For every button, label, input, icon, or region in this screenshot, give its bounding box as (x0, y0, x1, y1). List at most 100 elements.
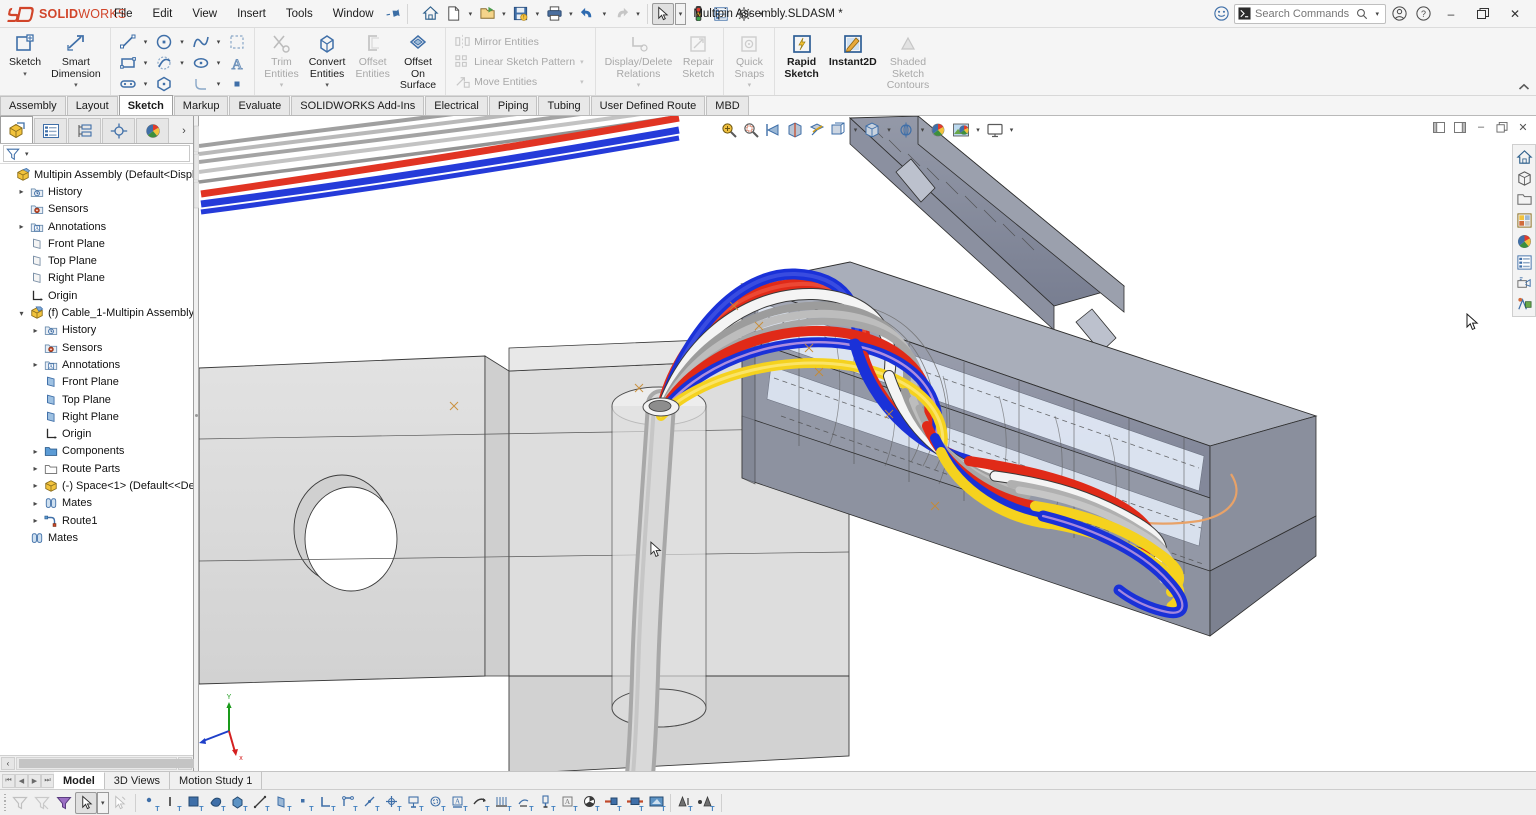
filter-annotations-icon[interactable]: T (470, 792, 492, 814)
previous-view-icon[interactable] (763, 120, 783, 140)
convert-entities-button[interactable]: Convert Entities ▾ (304, 30, 351, 91)
expand-toggle-icon[interactable]: ▸ (16, 222, 27, 231)
menu-item-file[interactable]: File (104, 4, 143, 24)
chevron-down-icon[interactable]: ▾ (280, 81, 284, 89)
zoom-to-fit-icon[interactable] (719, 120, 739, 140)
feature-tree-item[interactable]: Top Plane (0, 391, 193, 408)
circle-icon[interactable] (151, 32, 177, 52)
menu-item-edit[interactable]: Edit (143, 4, 183, 24)
menu-item-view[interactable]: View (182, 4, 227, 24)
chevron-down-icon[interactable]: ▾ (577, 78, 587, 86)
tab-piping[interactable]: Piping (489, 96, 538, 115)
rebuild-traffic-light-icon[interactable] (687, 3, 709, 25)
rectangle-icon[interactable] (115, 53, 141, 73)
chevron-down-icon[interactable]: ▾ (973, 126, 983, 134)
feature-tree-item[interactable]: ▸AAnnotations (0, 218, 193, 235)
select-other-icon[interactable] (109, 792, 131, 814)
undo-icon[interactable] (577, 3, 599, 25)
options-list-icon[interactable] (710, 3, 732, 25)
filter-faces-icon[interactable]: T (184, 792, 206, 814)
task-pane-home-icon[interactable] (1514, 147, 1534, 167)
custom-properties-icon[interactable] (1514, 252, 1534, 272)
shaded-sketch-contours-button[interactable]: Shaded Sketch Contours (882, 30, 935, 93)
quick-snaps-button[interactable]: Quick Snaps ▾ (728, 30, 770, 91)
feature-tree-item[interactable]: ▸History (0, 322, 193, 339)
feature-tree-item[interactable]: Multipin Assembly (Default<Display Sta (0, 166, 193, 183)
tab-layout[interactable]: Layout (67, 96, 118, 115)
filter-surface-bodies-icon[interactable]: T (206, 792, 228, 814)
feature-tree-item[interactable]: Right Plane (0, 270, 193, 287)
text-a-icon[interactable]: A (224, 53, 250, 73)
chevron-down-icon[interactable]: ▾ (851, 126, 861, 134)
smart-dimension-button[interactable]: Smart Dimension ▾ (46, 30, 106, 91)
tab-electrical[interactable]: Electrical (425, 96, 488, 115)
filter-edges-icon[interactable]: T (162, 792, 184, 814)
point-square-icon[interactable] (224, 74, 250, 94)
tab-mbd[interactable]: MBD (706, 96, 748, 115)
chevron-down-icon[interactable]: ▾ (633, 10, 643, 18)
trim-entities-button[interactable]: Trim Entities ▾ (259, 30, 303, 91)
filter-welds-icon[interactable]: T (536, 792, 558, 814)
ribbon-collapse-chevron-icon[interactable] (1518, 83, 1530, 91)
tab-model[interactable]: Model (54, 772, 105, 789)
feature-tree-item[interactable]: Sensors (0, 339, 193, 356)
filter-dimensions-icon[interactable]: AT (448, 792, 470, 814)
feature-tree-item[interactable]: ▸Components (0, 443, 193, 460)
chevron-down-icon[interactable]: ▾ (1007, 126, 1017, 134)
feature-tree-item[interactable]: Right Plane (0, 408, 193, 425)
filter-blocks-icon[interactable]: T (580, 792, 602, 814)
chevron-down-icon[interactable]: ▾ (214, 80, 224, 88)
configuration-manager-tab[interactable] (68, 118, 101, 143)
feature-tree-item[interactable]: Origin (0, 287, 193, 304)
filter-sketch-segments-icon[interactable]: T (338, 792, 360, 814)
chevron-down-icon[interactable]: ▾ (141, 38, 151, 46)
expand-toggle-icon[interactable]: ▸ (30, 516, 41, 525)
graphics-viewport[interactable]: Y Z x (199, 116, 1536, 771)
chevron-down-icon[interactable]: ▾ (74, 81, 78, 89)
tab-tubing[interactable]: Tubing (538, 96, 589, 115)
expand-toggle-icon[interactable]: ▸ (30, 360, 41, 369)
chevron-down-icon[interactable]: ▾ (566, 10, 576, 18)
sketch-button[interactable]: Sketch ▾ (4, 30, 46, 80)
polygon-arc-icon[interactable] (151, 53, 177, 73)
tab-assembly[interactable]: Assembly (0, 96, 66, 115)
chevron-down-icon[interactable]: ▾ (177, 38, 187, 46)
expand-toggle-icon[interactable]: ▸ (30, 447, 41, 456)
filter-surface-finish-icon[interactable]: AT (558, 792, 580, 814)
chevron-down-icon[interactable]: ▾ (141, 80, 151, 88)
instant2d-button[interactable]: Instant2D (824, 30, 882, 70)
scroll-trough[interactable] (16, 757, 177, 770)
feature-tree-item[interactable]: ▸Route1 (0, 512, 193, 529)
slot-icon[interactable] (115, 74, 141, 94)
filter-weldment-icon[interactable]: T (673, 792, 695, 814)
solidworks-forum-icon[interactable] (1514, 273, 1534, 293)
feature-manager-tree-tab[interactable] (0, 116, 33, 143)
print-icon[interactable] (543, 3, 565, 25)
redo-icon[interactable] (610, 3, 632, 25)
hexagon-icon[interactable] (151, 74, 177, 94)
filter-route-point-icon[interactable]: T (602, 792, 624, 814)
linear-sketch-pattern-row[interactable]: Linear Sketch Pattern ▾ (450, 52, 591, 72)
repair-sketch-button[interactable]: Repair Sketch (677, 30, 719, 81)
expand-toggle-icon[interactable]: ▸ (16, 187, 27, 196)
restore-right-pane-icon[interactable] (1451, 118, 1469, 136)
chevron-down-icon[interactable]: ▾ (577, 58, 587, 66)
zoom-to-area-icon[interactable] (741, 120, 761, 140)
chevron-down-icon[interactable]: ▾ (533, 10, 543, 18)
restore-document-icon[interactable] (1493, 118, 1511, 136)
feature-tree-item[interactable]: Origin (0, 425, 193, 442)
solidworks-resources-icon[interactable] (1514, 294, 1534, 314)
expand-toggle-icon[interactable]: ▸ (30, 464, 41, 473)
filter-input[interactable]: ▾ (3, 145, 190, 162)
filter-solid-bodies-icon[interactable]: T (228, 792, 250, 814)
toolbar-grip[interactable] (2, 794, 9, 812)
feature-tree-item[interactable]: Top Plane (0, 252, 193, 269)
feature-tree-item[interactable]: Front Plane (0, 235, 193, 252)
3d-model-scene[interactable]: Y Z x (199, 116, 1536, 771)
expand-toggle-icon[interactable]: ▸ (30, 499, 41, 508)
tab-3d-views[interactable]: 3D Views (105, 772, 170, 789)
filter-connection-point-icon[interactable]: T (624, 792, 646, 814)
last-tab-button[interactable]: ⏭ (41, 774, 54, 788)
filter-vertices-icon[interactable]: T (140, 792, 162, 814)
filter-weldments-icon[interactable]: T (695, 792, 717, 814)
